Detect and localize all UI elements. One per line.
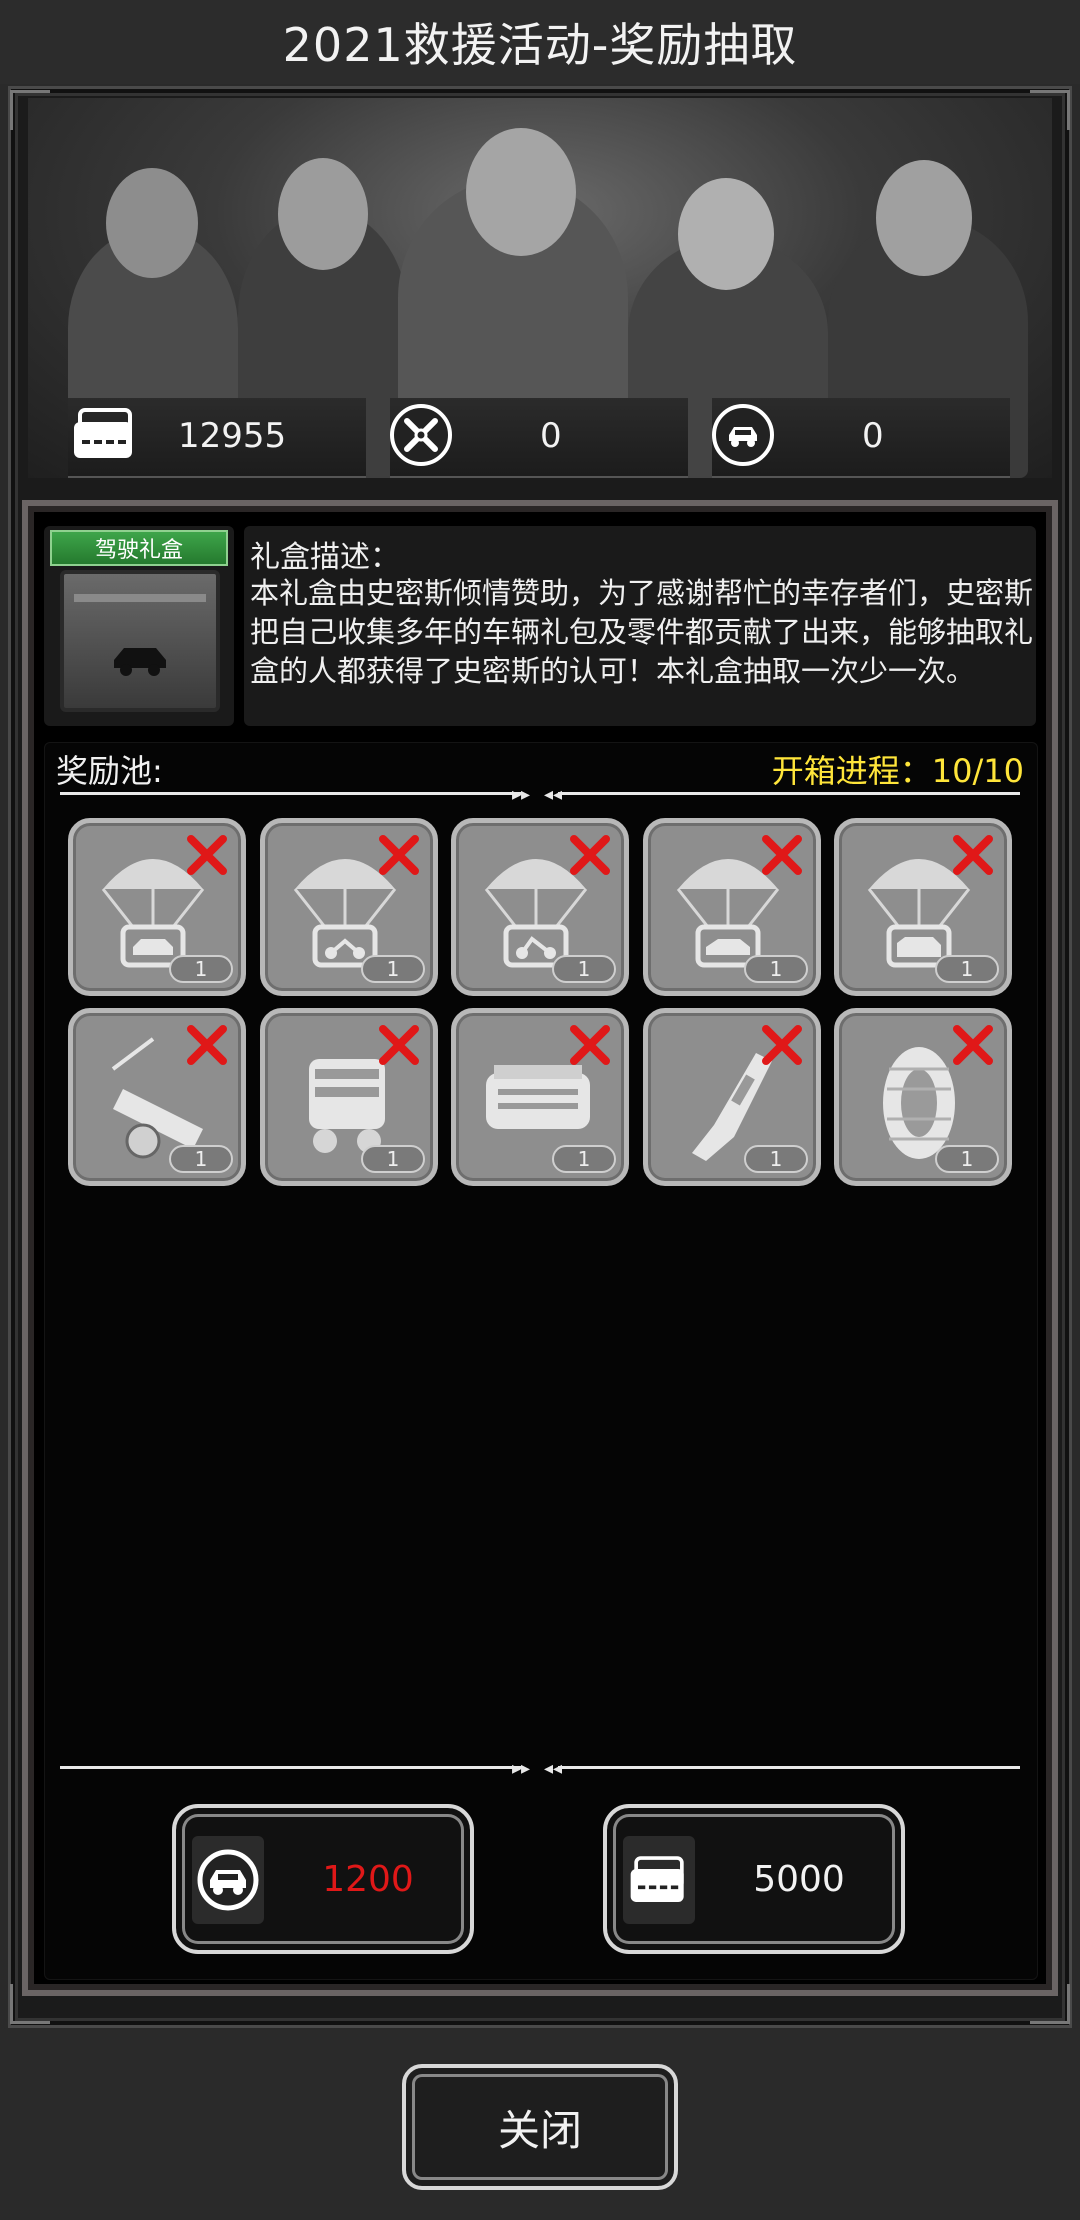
open-progress: 开箱进程：10/10 <box>771 752 1024 790</box>
item-count: 1 <box>361 955 425 983</box>
item-count: 1 <box>552 955 616 983</box>
claimed-x-icon <box>566 831 614 879</box>
car-coin-cost: 1200 <box>322 1858 414 1900</box>
claimed-x-icon <box>183 1021 231 1069</box>
car-coin-count: 0 <box>862 416 884 456</box>
page-title: 2021救援活动-奖励抽取 <box>0 0 1080 84</box>
reward-slot[interactable]: 1 <box>643 1008 821 1186</box>
claimed-x-icon <box>566 1021 614 1069</box>
reward-slot[interactable]: 1 <box>451 1008 629 1186</box>
reward-slot[interactable]: 1 <box>643 818 821 996</box>
claimed-x-icon <box>758 831 806 879</box>
description-title: 礼盒描述： <box>250 540 400 575</box>
draw-with-car-coins-button[interactable]: 1200 <box>172 1804 474 1954</box>
item-count: 1 <box>361 1145 425 1173</box>
claimed-x-icon <box>375 831 423 879</box>
item-count: 1 <box>935 955 999 983</box>
divider-left <box>60 792 522 795</box>
reward-slot[interactable]: 1 <box>68 1008 246 1186</box>
close-button[interactable]: 关闭 <box>402 2064 678 2190</box>
currency-tickets: 12955 <box>68 400 366 472</box>
divider-right <box>558 792 1020 795</box>
ticket-icon <box>623 1836 695 1924</box>
item-count: 1 <box>935 1145 999 1173</box>
reward-slot[interactable]: 1 <box>68 818 246 996</box>
claimed-x-icon <box>758 1021 806 1069</box>
draw-with-tickets-button[interactable]: 5000 <box>603 1804 905 1954</box>
car-icon <box>110 638 170 678</box>
claimed-x-icon <box>949 831 997 879</box>
claimed-x-icon <box>949 1021 997 1069</box>
item-count: 1 <box>744 1145 808 1173</box>
car-coin-icon <box>712 404 774 466</box>
ticket-icon <box>70 406 140 462</box>
item-count: 1 <box>552 1145 616 1173</box>
car-coin-icon <box>192 1836 264 1924</box>
item-count: 1 <box>744 955 808 983</box>
reward-slot[interactable]: 1 <box>834 818 1012 996</box>
claimed-x-icon <box>375 1021 423 1069</box>
currency-car-coins: 0 <box>712 400 1010 472</box>
gift-chest-image <box>60 570 220 712</box>
divider-left <box>60 1766 522 1769</box>
item-count: 1 <box>169 955 233 983</box>
claimed-x-icon <box>183 831 231 879</box>
currency-parts: 0 <box>390 400 688 472</box>
ticket-cost: 5000 <box>753 1858 845 1900</box>
arrow-right-icon: ▸▸ <box>512 784 531 805</box>
wrench-cross-icon <box>390 404 452 466</box>
ticket-count: 12955 <box>178 416 287 456</box>
arrow-left-icon: ◂◂ <box>544 1758 563 1779</box>
reward-slot[interactable]: 1 <box>260 1008 438 1186</box>
gift-box-label: 驾驶礼盒 <box>50 530 228 566</box>
arrow-left-icon: ◂◂ <box>544 784 563 805</box>
reward-pool-label: 奖励池: <box>56 752 163 790</box>
description-text: 本礼盒由史密斯倾情赞助，为了感谢帮忙的幸存者们，史密斯把自己收集多年的车辆礼包及… <box>250 576 1034 688</box>
reward-slot[interactable]: 1 <box>260 818 438 996</box>
item-count: 1 <box>169 1145 233 1173</box>
reward-slot[interactable]: 1 <box>451 818 629 996</box>
divider-right <box>558 1766 1020 1769</box>
arrow-right-icon: ▸▸ <box>512 1758 531 1779</box>
parts-count: 0 <box>540 416 562 456</box>
reward-slot[interactable]: 1 <box>834 1008 1012 1186</box>
